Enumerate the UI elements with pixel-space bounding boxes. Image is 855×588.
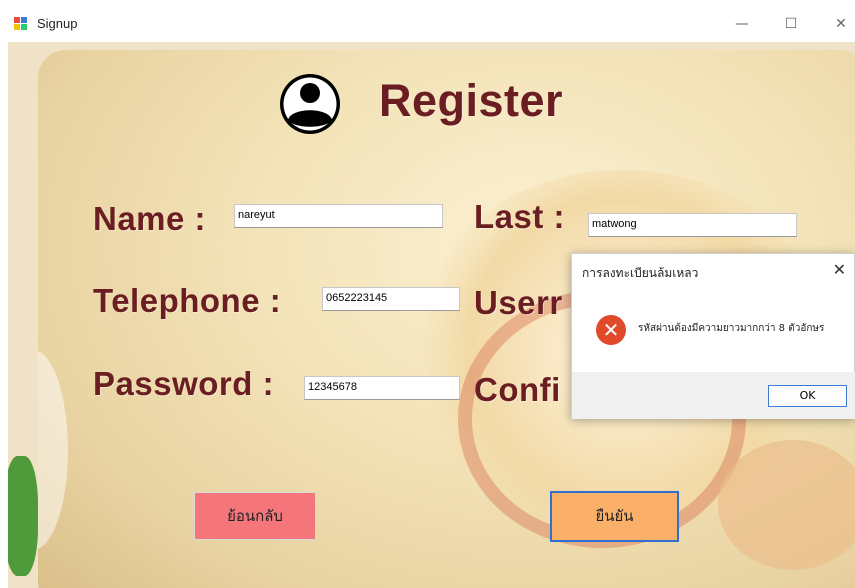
- password-input[interactable]: 12345678: [304, 376, 460, 400]
- error-dialog: การลงทะเบียนล้มเหลว ✕ ✕ รหัสผ่านต้องมีคว…: [571, 253, 855, 419]
- error-icon: ✕: [596, 315, 626, 345]
- background-leaf-decoration: [8, 456, 38, 576]
- confirm-label: Confi: [474, 371, 561, 408]
- last-label: Last :: [474, 198, 566, 235]
- register-heading: Register: [379, 75, 564, 126]
- confirm-button[interactable]: ยืนยัน: [550, 491, 679, 542]
- name-label: Name :: [93, 200, 207, 237]
- user-icon: [280, 74, 340, 134]
- password-label: Password :: [93, 365, 275, 402]
- title-bar: Signup — ☐ ✕: [0, 0, 855, 42]
- dialog-message: รหัสผ่านต้องมีความยาวมากกว่า 8 ตัวอักษร: [638, 323, 825, 334]
- dialog-close-button[interactable]: ✕: [833, 260, 846, 279]
- background-plate-edge: [38, 350, 68, 550]
- telephone-input[interactable]: 0652223145: [322, 287, 460, 311]
- close-button[interactable]: ✕: [826, 10, 855, 38]
- app-icon: [14, 17, 28, 31]
- minimize-button[interactable]: —: [727, 10, 757, 38]
- maximize-button[interactable]: ☐: [776, 10, 806, 38]
- background-bowl-decoration: [718, 440, 855, 570]
- name-input[interactable]: nareyut: [234, 204, 443, 228]
- back-button[interactable]: ย้อนกลับ: [194, 492, 316, 540]
- last-input[interactable]: matwong: [588, 213, 797, 237]
- telephone-label: Telephone :: [93, 282, 282, 319]
- dialog-title: การลงทะเบียนล้มเหลว: [582, 266, 699, 280]
- window-title: Signup: [37, 16, 78, 31]
- username-label: Userr: [474, 284, 563, 321]
- ok-button[interactable]: OK: [768, 385, 847, 407]
